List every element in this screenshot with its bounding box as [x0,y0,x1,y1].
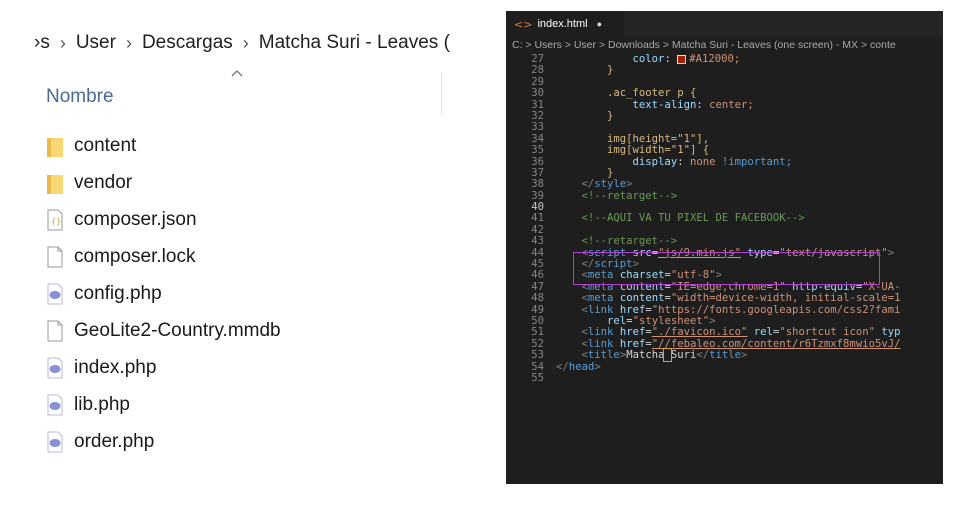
code-line: 41 <!--AQUI VA TU PIXEL DE FACEBOOK--> [531,212,805,225]
unsaved-dot-icon[interactable]: ● [597,19,602,29]
breadcrumb-item-prev[interactable]: ›s [34,32,50,54]
list-item[interactable]: lib.php [46,386,281,423]
folder-icon [46,134,64,158]
list-item[interactable]: content [46,127,281,164]
code-line: 54 </head> [531,360,601,373]
list-item[interactable]: vendor [46,164,281,201]
file-name: index.php [74,356,157,378]
tab-label: index.html [537,18,588,30]
chevron-right-icon: › [59,32,66,53]
breadcrumb-item-folder[interactable]: Matcha Suri - Leaves ( [259,32,450,54]
breadcrumb: ›s › User › Descargas › Matcha Suri - Le… [34,30,450,56]
file-name: content [74,134,137,156]
column-header-name[interactable]: Nombre [46,86,114,108]
chevron-right-icon: › [242,32,249,53]
json-file-icon: {} [46,208,64,232]
code-area[interactable]: 27 color: #A12000; 28 } 29 30 .ac_footer… [506,53,943,384]
php-file-icon [46,282,64,306]
file-name: composer.json [74,208,197,230]
file-name: composer.lock [74,245,196,267]
file-name: config.php [74,282,162,304]
file-name: GeoLite2-Country.mmdb [74,319,281,341]
file-explorer-pane: ›s › User › Descargas › Matcha Suri - Le… [0,0,460,514]
folder-icon [46,171,64,195]
php-file-icon [46,393,64,417]
file-icon [46,319,64,343]
tab-index-html[interactable]: <> index.html ● [506,11,624,37]
code-line: 32 } [531,109,614,122]
code-editor-pane: <> index.html ● C: > Users > User > Down… [506,11,943,484]
file-name: order.php [74,430,155,452]
code-line: 55 [531,371,544,384]
list-item[interactable]: config.php [46,275,281,312]
file-list: content vendor {} composer.json composer… [46,127,281,460]
code-line: 28 } [531,64,614,77]
breadcrumb-item-descargas[interactable]: Descargas [142,32,233,54]
file-icon [46,245,64,269]
html-file-icon: <> [514,17,533,31]
svg-text:{}: {} [51,217,61,226]
list-item[interactable]: GeoLite2-Country.mmdb [46,312,281,349]
php-file-icon [46,356,64,380]
chevron-right-icon: › [125,32,132,53]
file-name: lib.php [74,393,130,415]
tab-bar: <> index.html ● [506,11,943,37]
list-item[interactable]: order.php [46,423,281,460]
file-name: vendor [74,171,133,193]
php-file-icon [46,430,64,454]
list-item[interactable]: index.php [46,349,281,386]
list-item[interactable]: composer.lock [46,238,281,275]
color-swatch[interactable] [677,54,687,64]
code-line: 39 <!--retarget--> [531,189,678,202]
list-item[interactable]: {} composer.json [46,201,281,238]
breadcrumb-item-user[interactable]: User [76,32,116,54]
column-divider[interactable] [441,72,442,114]
sort-ascending-icon[interactable] [230,66,244,80]
